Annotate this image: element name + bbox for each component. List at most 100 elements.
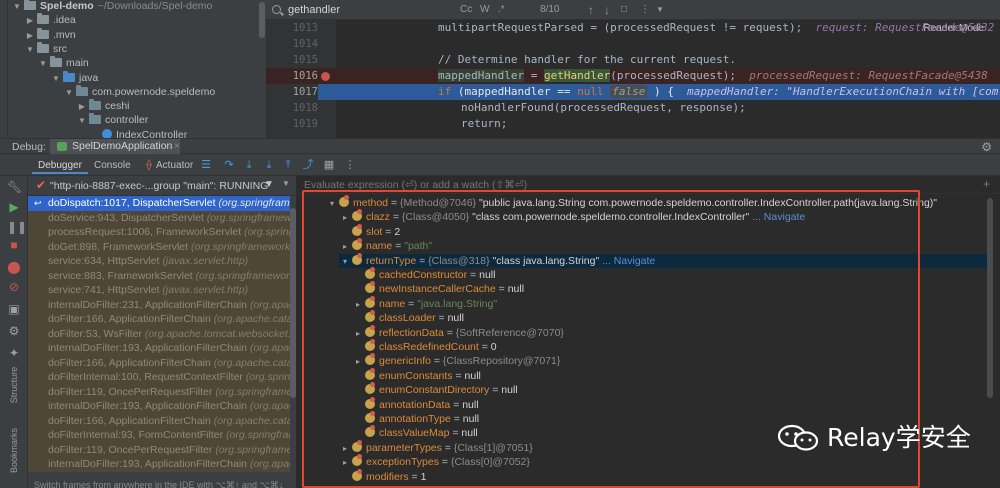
thread-selector[interactable]: ✔ "http-nio-8887-exec-...group "main": R… [28,176,296,196]
chevron-right-icon[interactable]: ▸ [339,456,351,470]
chevron-right-icon[interactable]: ▶ [25,14,35,28]
tree-item[interactable]: ▼ com.powernode.speldemo [64,84,215,100]
chevron-right-icon[interactable]: ▶ [25,29,35,43]
view-breakpoints-icon[interactable]: ⬤ [7,260,21,274]
variable-row[interactable]: cachedConstructor = null [352,267,992,282]
stack-frame[interactable]: doGet:898, FrameworkServlet (org.springf… [28,239,290,254]
code-line[interactable]: 1018 noHandlerFound(processedRequest, re… [266,100,1000,116]
chevron-down-icon[interactable]: ▾ [326,197,338,211]
tree-item[interactable]: ▼ java [51,70,98,86]
step-into-icon[interactable]: ⤓ [242,158,256,172]
stack-frame[interactable]: doFilter:166, ApplicationFilterChain (or… [28,413,290,428]
stack-frame[interactable]: doFilter:119, OncePerRequestFilter (org.… [28,442,290,457]
breakpoint-icon[interactable] [321,72,330,81]
chevron-right-icon[interactable]: ▸ [339,240,351,254]
navigate-link[interactable]: ... Navigate [602,255,655,267]
tree-item[interactable]: ▼ Spel-demo ~/Downloads/Spel-demo [12,0,212,13]
variable-row[interactable]: ▸ exceptionTypes = {Class[0]@7052} [339,454,992,470]
tree-item[interactable]: ▼ controller [77,113,148,127]
variable-row[interactable]: ▸ name = "path" [339,238,992,254]
chevron-down-icon[interactable]: ▾ [339,255,351,269]
frames-list-icon[interactable]: ☰ [199,158,213,172]
chevron-right-icon[interactable]: ▸ [352,355,364,369]
tab-debugger[interactable]: Debugger [32,157,88,174]
close-tab-icon[interactable]: × [174,140,180,154]
chevron-down-icon[interactable]: ▼ [77,114,87,128]
chevron-down-icon[interactable]: ▼ [12,0,22,14]
stack-frame[interactable]: doFilter:53, WsFilter (org.apache.tomcat… [28,326,290,341]
next-match-icon[interactable]: ↓ [604,3,610,17]
chevron-down-icon[interactable]: ▼ [38,57,48,71]
variable-row[interactable]: slot = 2 [339,223,992,239]
project-tree[interactable]: ▼ Spel-demo ~/Downloads/Spel-demo ▶ .idea ▶ .m… [8,0,266,138]
variable-row[interactable]: annotationData = null [352,396,992,412]
variable-row[interactable]: modifiers = 1 [339,468,992,484]
variable-row[interactable]: enumConstants = null [352,367,992,383]
code-editor[interactable]: Cc W .* 8/10 ↑ ↓ □ ⋮ ▼ Reader Mode 1013 … [266,0,1000,138]
step-over-icon[interactable]: ↷ [222,158,236,172]
gear-icon[interactable]: ⚙ [981,140,992,154]
match-case-button[interactable]: Cc [460,3,472,17]
code-line[interactable]: 1019 return; [266,116,1000,132]
words-button[interactable]: W [480,3,489,17]
tree-item[interactable]: ▼ src [25,41,67,57]
stack-frame[interactable]: internalDoFilter:193, ApplicationFilterC… [28,399,290,414]
stack-frame[interactable]: service:634, HttpServlet (javax.servlet.… [28,254,290,269]
stack-frame[interactable]: doFilter:166, ApplicationFilterChain (or… [28,355,290,370]
variable-row[interactable]: classLoader = null [352,310,992,325]
stack-frame[interactable]: doFilterInternal:100, RequestContextFilt… [28,370,290,385]
code-line[interactable]: 1015 // Determine handler for the curren… [266,52,1000,68]
chevron-down-icon[interactable]: ▼ [51,72,61,86]
more-options-icon[interactable]: ⋮ [640,3,650,17]
tree-item[interactable]: IndexController [90,128,187,138]
tree-item[interactable]: ▶ ceshi [77,99,130,113]
stack-frame[interactable]: doFilterInternal:93, FormContentFilter (… [28,428,290,443]
code-line-breakpoint[interactable]: 1016 mappedHandler = getHandler(processe… [266,68,1000,84]
evaluate-expression-input[interactable] [304,178,904,192]
regex-button[interactable]: .* [498,3,505,17]
prev-match-icon[interactable]: ↑ [588,3,594,17]
chevron-right-icon[interactable]: ▸ [352,298,364,312]
filter-icon[interactable]: ▼ [656,3,664,17]
chevron-down-icon[interactable]: ▼ [64,86,74,100]
navigate-link[interactable]: ... Navigate [752,211,805,223]
project-tree-scrollbar[interactable] [258,0,266,138]
variable-row[interactable]: classRedefinedCount = 0 [352,339,992,354]
code-line[interactable]: 1013 multipartRequestParsed = (processed… [266,20,1000,36]
variable-row[interactable]: ▸ genericInfo = {ClassRepository@7071} [352,353,992,369]
scrollbar-thumb[interactable] [987,198,993,398]
tree-item[interactable]: ▼ main [38,56,89,70]
variable-row[interactable]: ▸ clazz = {Class@4050} "class com.powerno… [339,209,992,225]
chevron-right-icon[interactable]: ▶ [77,100,87,114]
stack-frame[interactable]: internalDoFilter:193, ApplicationFilterC… [28,457,290,472]
stop-icon[interactable]: ■ [7,238,21,252]
tree-item[interactable]: ▶ .mvn [25,27,76,43]
stack-frame[interactable]: service:741, HttpServlet (javax.servlet.… [28,283,290,298]
tab-console[interactable]: Console [88,157,137,174]
run-to-cursor-icon[interactable]: ⤴ [301,158,315,172]
code-line-current[interactable]: 1017 if (mappedHandler == null false ) {… [266,84,1000,100]
stack-frame[interactable]: ↩ doDispatch:1017, DispatcherServlet (org… [28,196,290,211]
add-watch-icon[interactable]: + [983,177,990,191]
stack-frame[interactable]: doFilter:119, OncePerRequestFilter (org.… [28,384,290,399]
more-icon[interactable]: ⋮ [343,158,357,172]
pin-icon[interactable]: ✦ [7,346,21,360]
bookmarks-label[interactable]: Bookmarks [9,428,19,473]
stack-frame[interactable]: internalDoFilter:231, ApplicationFilterC… [28,297,290,312]
select-all-occurrences-icon[interactable]: □ [621,3,627,17]
pause-icon[interactable]: ❚❚ [7,220,27,234]
chevron-down-icon[interactable]: ▼ [282,179,290,188]
evaluate-icon[interactable]: ▦ [322,158,336,172]
variable-row[interactable]: ▸ name = "java.lang.String" [352,295,992,312]
wrench-icon[interactable]: 🔧︎ [7,180,22,194]
stack-frame[interactable]: doService:943, DispatcherServlet (org.sp… [28,210,290,225]
camera-icon[interactable]: ▣ [7,302,21,316]
tab-actuator[interactable]: Actuator [150,157,199,174]
stack-frame[interactable]: service:883, FrameworkServlet (org.sprin… [28,268,290,283]
chevron-right-icon[interactable]: ▸ [339,211,351,225]
force-step-into-icon[interactable]: ⤓ [262,158,276,172]
variables-scrollbar[interactable] [986,196,994,488]
scrollbar-thumb[interactable] [259,2,265,38]
chevron-down-icon[interactable]: ▼ [25,43,35,57]
stack-frame[interactable]: doFilter:166, ApplicationFilterChain (or… [28,312,290,327]
